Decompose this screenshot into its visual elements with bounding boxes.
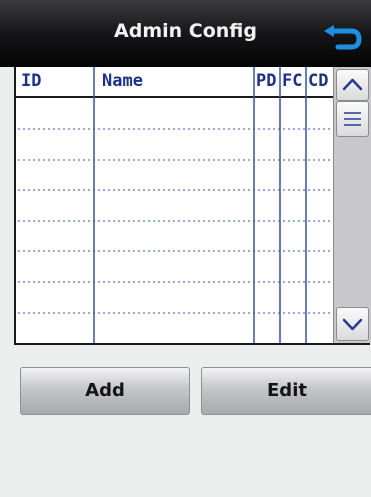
admin-config-screen: Admin Config ID Name PD FC CD Add Edit <box>0 0 371 497</box>
column-header-id: ID <box>21 71 42 91</box>
back-arrow-icon <box>324 25 362 50</box>
column-header-cd: CD <box>308 71 329 91</box>
table-grid <box>16 67 334 343</box>
scroll-thumb[interactable] <box>336 101 369 137</box>
admin-table[interactable]: ID Name PD FC CD <box>14 67 371 345</box>
scroll-up-button[interactable] <box>336 69 369 101</box>
page-title: Admin Config <box>114 20 257 42</box>
vertical-scrollbar[interactable] <box>333 67 371 343</box>
add-button[interactable]: Add <box>20 367 190 415</box>
title-bar: Admin Config <box>0 0 371 67</box>
chevron-up-icon <box>342 78 363 91</box>
grip-lines-icon <box>344 112 361 126</box>
column-header-fc: FC <box>282 71 303 91</box>
chevron-down-icon <box>342 318 363 331</box>
scroll-down-button[interactable] <box>336 307 369 341</box>
column-header-name: Name <box>102 71 143 91</box>
back-button[interactable] <box>320 16 364 52</box>
edit-button[interactable]: Edit <box>201 367 371 415</box>
column-header-pd: PD <box>256 71 277 91</box>
